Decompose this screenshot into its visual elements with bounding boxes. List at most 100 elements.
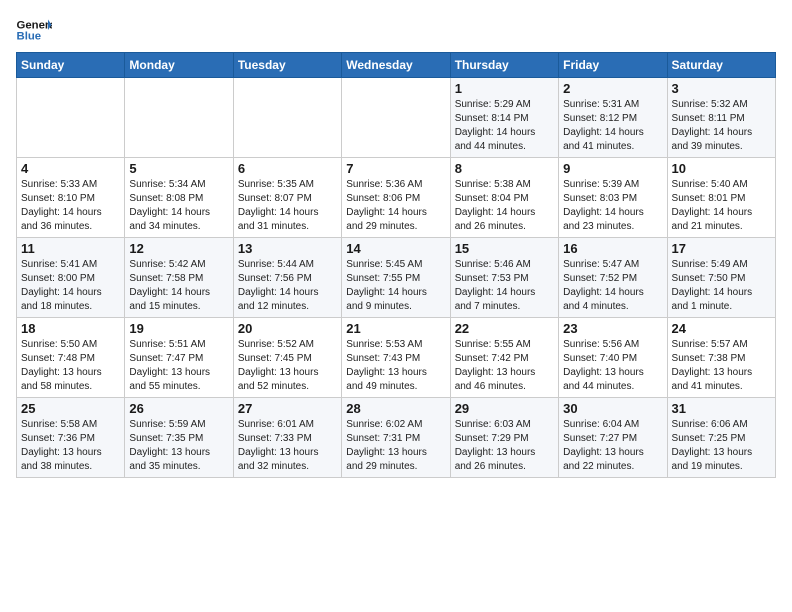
day-detail: Sunrise: 5:47 AM Sunset: 7:52 PM Dayligh… — [563, 259, 644, 312]
day-detail: Sunrise: 5:56 AM Sunset: 7:40 PM Dayligh… — [563, 339, 644, 392]
day-number: 1 — [455, 81, 554, 96]
calendar-cell: 2 Sunrise: 5:31 AM Sunset: 8:12 PM Daylig… — [559, 78, 667, 158]
day-detail: Sunrise: 5:33 AM Sunset: 8:10 PM Dayligh… — [21, 179, 102, 232]
calendar-cell: 25Sunrise: 5:58 AM Sunset: 7:36 PM Dayli… — [17, 398, 125, 478]
day-number: 6 — [238, 161, 337, 176]
day-number: 14 — [346, 241, 445, 256]
day-number: 17 — [672, 241, 771, 256]
svg-text:General: General — [17, 19, 53, 31]
day-detail: Sunrise: 5:55 AM Sunset: 7:42 PM Dayligh… — [455, 339, 536, 392]
calendar-cell: 22 Sunrise: 5:55 AM Sunset: 7:42 PM Dayli… — [450, 318, 558, 398]
day-detail: Sunrise: 5:41 AM Sunset: 8:00 PM Dayligh… — [21, 259, 102, 312]
calendar-cell: 26 Sunrise: 5:59 AM Sunset: 7:35 PM Dayli… — [125, 398, 233, 478]
day-detail: Sunrise: 5:49 AM Sunset: 7:50 PM Dayligh… — [672, 259, 753, 312]
day-detail: Sunrise: 5:38 AM Sunset: 8:04 PM Dayligh… — [455, 179, 536, 232]
calendar-body: 1 Sunrise: 5:29 AM Sunset: 8:14 PM Daylig… — [17, 78, 776, 478]
day-detail: Sunrise: 5:34 AM Sunset: 8:08 PM Dayligh… — [129, 179, 210, 232]
calendar-cell: 24Sunrise: 5:57 AM Sunset: 7:38 PM Dayli… — [667, 318, 775, 398]
calendar-cell — [342, 78, 450, 158]
calendar-cell: 31Sunrise: 6:06 AM Sunset: 7:25 PM Dayli… — [667, 398, 775, 478]
day-number: 26 — [129, 401, 228, 416]
calendar-table: SundayMondayTuesdayWednesdayThursdayFrid… — [16, 52, 776, 478]
day-detail: Sunrise: 5:52 AM Sunset: 7:45 PM Dayligh… — [238, 339, 319, 392]
day-number: 19 — [129, 321, 228, 336]
calendar-cell: 9Sunrise: 5:39 AM Sunset: 8:03 PM Daylig… — [559, 158, 667, 238]
weekday-header: Monday — [125, 53, 233, 78]
day-detail: Sunrise: 5:35 AM Sunset: 8:07 PM Dayligh… — [238, 179, 319, 232]
calendar-cell: 20 Sunrise: 5:52 AM Sunset: 7:45 PM Dayli… — [233, 318, 341, 398]
calendar-week-row: 4 Sunrise: 5:33 AM Sunset: 8:10 PM Daylig… — [17, 158, 776, 238]
calendar-header: SundayMondayTuesdayWednesdayThursdayFrid… — [17, 53, 776, 78]
day-number: 20 — [238, 321, 337, 336]
calendar-cell: 30 Sunrise: 6:04 AM Sunset: 7:27 PM Dayli… — [559, 398, 667, 478]
header: General Blue — [16, 16, 776, 44]
calendar-cell: 23 Sunrise: 5:56 AM Sunset: 7:40 PM Dayli… — [559, 318, 667, 398]
calendar-cell: 12Sunrise: 5:42 AM Sunset: 7:58 PM Dayli… — [125, 238, 233, 318]
calendar-cell: 29Sunrise: 6:03 AM Sunset: 7:29 PM Dayli… — [450, 398, 558, 478]
calendar-week-row: 1 Sunrise: 5:29 AM Sunset: 8:14 PM Daylig… — [17, 78, 776, 158]
calendar-cell: 5 Sunrise: 5:34 AM Sunset: 8:08 PM Daylig… — [125, 158, 233, 238]
weekday-header: Thursday — [450, 53, 558, 78]
calendar-cell: 8 Sunrise: 5:38 AM Sunset: 8:04 PM Daylig… — [450, 158, 558, 238]
day-number: 13 — [238, 241, 337, 256]
day-detail: Sunrise: 5:32 AM Sunset: 8:11 PM Dayligh… — [672, 99, 753, 152]
day-number: 10 — [672, 161, 771, 176]
day-number: 25 — [21, 401, 120, 416]
day-number: 4 — [21, 161, 120, 176]
calendar-cell — [233, 78, 341, 158]
day-detail: Sunrise: 6:06 AM Sunset: 7:25 PM Dayligh… — [672, 419, 753, 472]
day-detail: Sunrise: 6:04 AM Sunset: 7:27 PM Dayligh… — [563, 419, 644, 472]
calendar-week-row: 18Sunrise: 5:50 AM Sunset: 7:48 PM Dayli… — [17, 318, 776, 398]
weekday-header: Saturday — [667, 53, 775, 78]
day-number: 16 — [563, 241, 662, 256]
day-number: 5 — [129, 161, 228, 176]
calendar-cell: 21Sunrise: 5:53 AM Sunset: 7:43 PM Dayli… — [342, 318, 450, 398]
calendar-cell: 1 Sunrise: 5:29 AM Sunset: 8:14 PM Daylig… — [450, 78, 558, 158]
calendar-cell: 18Sunrise: 5:50 AM Sunset: 7:48 PM Dayli… — [17, 318, 125, 398]
day-number: 3 — [672, 81, 771, 96]
day-detail: Sunrise: 5:31 AM Sunset: 8:12 PM Dayligh… — [563, 99, 644, 152]
day-detail: Sunrise: 6:01 AM Sunset: 7:33 PM Dayligh… — [238, 419, 319, 472]
day-number: 7 — [346, 161, 445, 176]
calendar-cell: 19 Sunrise: 5:51 AM Sunset: 7:47 PM Dayli… — [125, 318, 233, 398]
calendar-cell: 16 Sunrise: 5:47 AM Sunset: 7:52 PM Dayli… — [559, 238, 667, 318]
calendar-cell: 27 Sunrise: 6:01 AM Sunset: 7:33 PM Dayli… — [233, 398, 341, 478]
day-detail: Sunrise: 5:53 AM Sunset: 7:43 PM Dayligh… — [346, 339, 427, 392]
day-detail: Sunrise: 5:39 AM Sunset: 8:03 PM Dayligh… — [563, 179, 644, 232]
day-detail: Sunrise: 5:40 AM Sunset: 8:01 PM Dayligh… — [672, 179, 753, 232]
day-number: 23 — [563, 321, 662, 336]
calendar-cell: 17 Sunrise: 5:49 AM Sunset: 7:50 PM Dayli… — [667, 238, 775, 318]
calendar-cell: 10 Sunrise: 5:40 AM Sunset: 8:01 PM Dayli… — [667, 158, 775, 238]
day-number: 8 — [455, 161, 554, 176]
day-number: 27 — [238, 401, 337, 416]
day-detail: Sunrise: 5:46 AM Sunset: 7:53 PM Dayligh… — [455, 259, 536, 312]
calendar-cell: 13 Sunrise: 5:44 AM Sunset: 7:56 PM Dayli… — [233, 238, 341, 318]
weekday-header: Sunday — [17, 53, 125, 78]
day-detail: Sunrise: 5:51 AM Sunset: 7:47 PM Dayligh… — [129, 339, 210, 392]
day-detail: Sunrise: 5:42 AM Sunset: 7:58 PM Dayligh… — [129, 259, 210, 312]
calendar-cell — [125, 78, 233, 158]
weekday-header: Tuesday — [233, 53, 341, 78]
day-detail: Sunrise: 5:45 AM Sunset: 7:55 PM Dayligh… — [346, 259, 427, 312]
calendar-week-row: 11Sunrise: 5:41 AM Sunset: 8:00 PM Dayli… — [17, 238, 776, 318]
logo-icon: General Blue — [16, 16, 52, 44]
day-number: 30 — [563, 401, 662, 416]
day-detail: Sunrise: 5:36 AM Sunset: 8:06 PM Dayligh… — [346, 179, 427, 232]
day-detail: Sunrise: 6:02 AM Sunset: 7:31 PM Dayligh… — [346, 419, 427, 472]
day-detail: Sunrise: 5:44 AM Sunset: 7:56 PM Dayligh… — [238, 259, 319, 312]
calendar-cell: 6 Sunrise: 5:35 AM Sunset: 8:07 PM Daylig… — [233, 158, 341, 238]
calendar-cell: 28Sunrise: 6:02 AM Sunset: 7:31 PM Dayli… — [342, 398, 450, 478]
day-number: 2 — [563, 81, 662, 96]
weekday-header: Friday — [559, 53, 667, 78]
calendar-cell: 14 Sunrise: 5:45 AM Sunset: 7:55 PM Dayli… — [342, 238, 450, 318]
weekday-header: Wednesday — [342, 53, 450, 78]
calendar-cell: 4 Sunrise: 5:33 AM Sunset: 8:10 PM Daylig… — [17, 158, 125, 238]
day-number: 24 — [672, 321, 771, 336]
calendar-week-row: 25Sunrise: 5:58 AM Sunset: 7:36 PM Dayli… — [17, 398, 776, 478]
day-detail: Sunrise: 5:29 AM Sunset: 8:14 PM Dayligh… — [455, 99, 536, 152]
day-number: 15 — [455, 241, 554, 256]
day-number: 22 — [455, 321, 554, 336]
day-detail: Sunrise: 5:59 AM Sunset: 7:35 PM Dayligh… — [129, 419, 210, 472]
day-number: 29 — [455, 401, 554, 416]
logo: General Blue — [16, 16, 52, 44]
